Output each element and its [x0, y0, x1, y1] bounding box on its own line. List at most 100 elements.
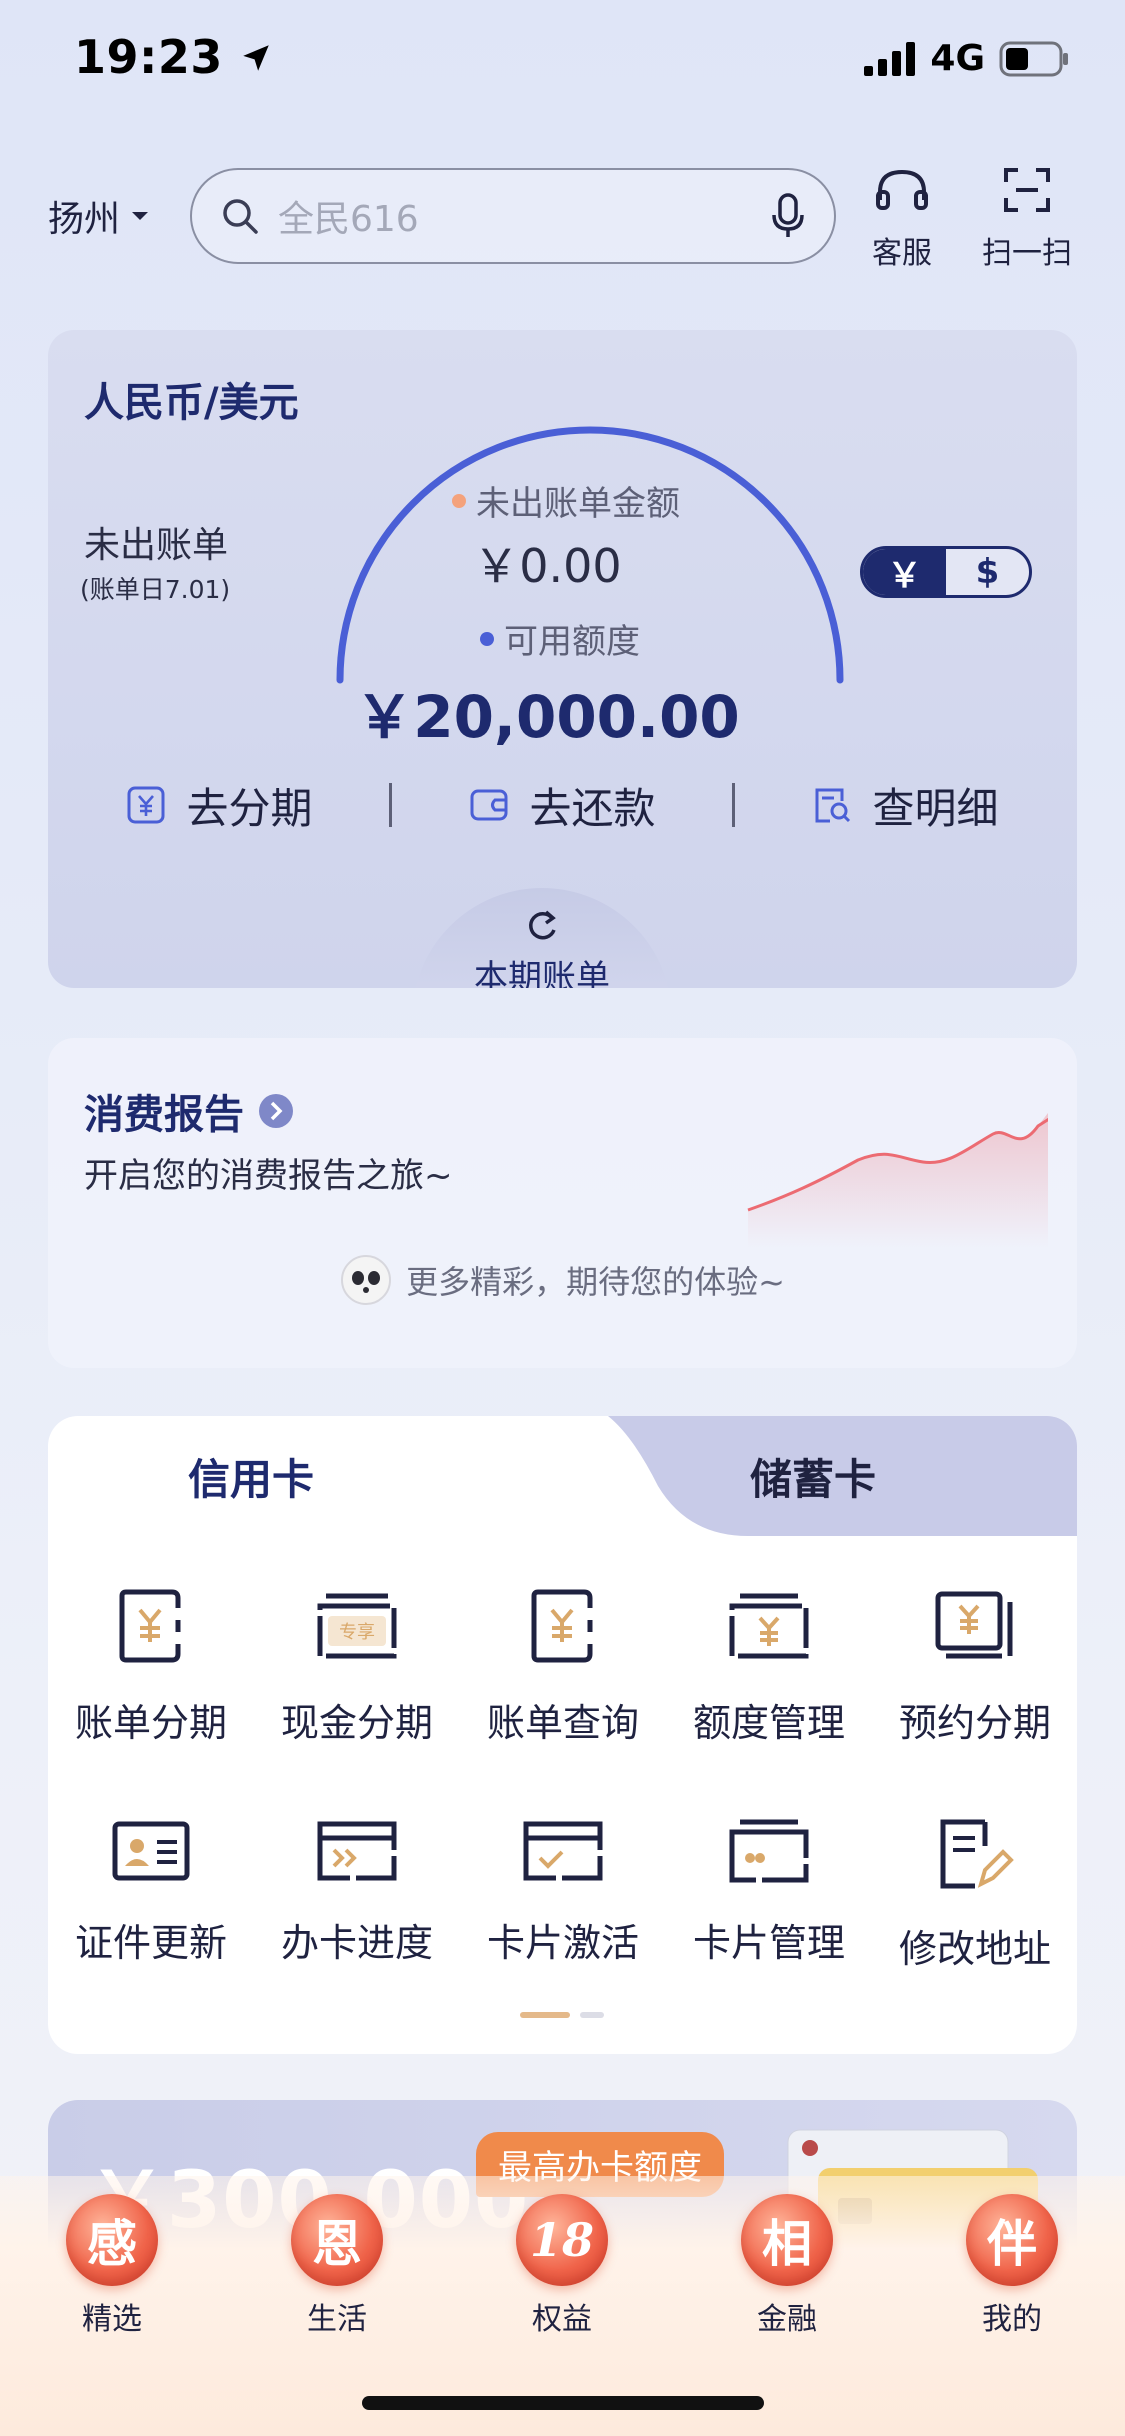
- installment-action[interactable]: 去分期: [126, 775, 313, 836]
- account-actions: 去分期 去还款 查明细: [48, 770, 1077, 840]
- service-label: 卡片激活: [486, 1921, 639, 1965]
- service-scheduled-installment[interactable]: 预约分期: [872, 1586, 1077, 1747]
- details-action[interactable]: 查明细: [812, 775, 998, 836]
- city-name: 扬州: [48, 199, 121, 240]
- scheduled-installment-icon: [935, 1591, 1013, 1659]
- mascot-icon: [341, 1255, 392, 1305]
- service-bill-installment[interactable]: 账单分期: [48, 1586, 254, 1747]
- nav-mine[interactable]: 伴 我的: [932, 2194, 1092, 2338]
- service-edit-address[interactable]: 修改地址: [872, 1816, 1077, 1973]
- nav-featured-badge: 感: [66, 2194, 158, 2286]
- search-icon: [223, 199, 258, 234]
- nav-featured[interactable]: 感 精选: [32, 2194, 192, 2338]
- report-title: 消费报告: [84, 1092, 244, 1138]
- nav-label: 我的: [982, 2302, 1042, 2337]
- details-label: 查明细: [872, 783, 999, 833]
- customer-service-label: 客服: [872, 236, 932, 271]
- bill-installment-icon: [119, 1589, 181, 1663]
- refresh-icon: [529, 910, 556, 940]
- currency-title: 人民币/美元: [84, 380, 299, 426]
- battery-icon: [999, 41, 1068, 76]
- cash-installment-tag: 专享: [339, 1622, 375, 1643]
- card-activate-icon: [523, 1821, 603, 1881]
- city-selector[interactable]: 扬州: [48, 190, 150, 242]
- card-manage-icon: [729, 1819, 809, 1883]
- nav-label: 精选: [82, 2302, 142, 2337]
- service-label: 证件更新: [74, 1921, 227, 1965]
- service-bill-query[interactable]: 账单查询: [460, 1586, 666, 1747]
- service-label: 预约分期: [898, 1701, 1051, 1745]
- search-bar[interactable]: 全民616: [190, 168, 836, 264]
- nav-finance[interactable]: 相 金融: [707, 2194, 867, 2338]
- tab-credit-card[interactable]: 信用卡: [188, 1446, 314, 1507]
- repay-action[interactable]: 去还款: [469, 775, 655, 836]
- report-trend-chart: [747, 1113, 1048, 1248]
- report-subtitle: 开启您的消费报告之旅~: [84, 1156, 453, 1196]
- service-cash-installment[interactable]: 专享 现金分期: [254, 1586, 460, 1747]
- nav-benefits[interactable]: 18 权益: [482, 2194, 642, 2338]
- service-label: 账单查询: [486, 1701, 639, 1745]
- nav-benefits-badge: 18: [516, 2194, 608, 2286]
- service-card-management[interactable]: 卡片管理: [666, 1816, 872, 1967]
- services-card: 信用卡 储蓄卡 账单分期 专享 现金分期 账单查询 额度管理 预约分期 证件更新…: [48, 1416, 1077, 2054]
- scan-icon: [1004, 168, 1050, 212]
- service-label: 额度管理: [692, 1701, 845, 1745]
- service-label: 现金分期: [280, 1701, 433, 1745]
- customer-service-button[interactable]: 客服: [872, 166, 932, 272]
- location-arrow-icon: [243, 45, 270, 71]
- service-card-activation[interactable]: 卡片激活: [460, 1816, 666, 1967]
- available-dot: [480, 631, 494, 646]
- search-doc-icon: [815, 788, 851, 823]
- status-indicators: 4G: [864, 38, 1069, 79]
- scan-button[interactable]: 扫一扫: [982, 166, 1072, 272]
- headset-icon: [876, 169, 928, 210]
- service-label: 办卡进度: [280, 1921, 433, 1965]
- bill-query-icon: [531, 1589, 593, 1663]
- action-divider: [389, 783, 393, 827]
- unbilled-amount-value: ￥0.00: [473, 539, 622, 593]
- nav-finance-badge: 相: [741, 2194, 833, 2286]
- available-label: 可用额度: [480, 614, 640, 663]
- status-time: 19:23: [74, 30, 273, 84]
- service-limit-management[interactable]: 额度管理: [666, 1586, 872, 1747]
- page-indicator-inactive: [580, 2012, 604, 2018]
- spending-report-card[interactable]: 消费报告 开启您的消费报告之旅~ 更多精彩，期待您的体验~: [48, 1038, 1077, 1368]
- service-id-update[interactable]: 证件更新: [48, 1816, 254, 1967]
- installment-label: 去分期: [186, 783, 313, 833]
- page-indicator-active: [520, 2012, 570, 2018]
- caret-down-icon: [132, 212, 149, 220]
- account-card: 人民币/美元 未出账单 (账单日7.01) 未出账单金额 ￥0.00 可用额度 …: [48, 330, 1077, 988]
- chevron-right-circle-icon: [259, 1094, 293, 1128]
- unbilled-amount-label-text: 未出账单金额: [476, 484, 680, 524]
- service-label: 修改地址: [898, 1927, 1051, 1971]
- rmb-toggle[interactable]: ￥: [863, 549, 946, 595]
- unbilled-dot: [452, 493, 466, 508]
- service-card-progress[interactable]: 办卡进度: [254, 1816, 460, 1967]
- action-divider: [732, 783, 736, 827]
- search-placeholder: 全民616: [278, 199, 419, 240]
- scan-label: 扫一扫: [982, 236, 1072, 271]
- microphone-icon[interactable]: [770, 193, 806, 239]
- signal-icon: [864, 41, 916, 76]
- card-progress-icon: [317, 1821, 397, 1881]
- edit-address-icon: [940, 1819, 1014, 1889]
- report-more-row: 更多精彩，期待您的体验~: [48, 1254, 1077, 1306]
- nav-label: 生活: [307, 2302, 367, 2337]
- home-indicator[interactable]: [362, 2396, 764, 2410]
- usd-toggle[interactable]: $: [946, 549, 1029, 595]
- current-bill-label: 本期账单: [474, 958, 610, 988]
- limit-manage-icon: [729, 1593, 809, 1659]
- current-bill-tab[interactable]: 本期账单: [412, 888, 672, 988]
- yuan-square-icon: [127, 786, 165, 824]
- service-label: 账单分期: [74, 1701, 227, 1745]
- tab-debit-card[interactable]: 储蓄卡: [750, 1446, 876, 1507]
- available-amount-value: ￥20,000.00: [355, 683, 740, 751]
- network-type: 4G: [930, 38, 985, 79]
- service-label: 卡片管理: [692, 1921, 845, 1965]
- nav-mine-badge: 伴: [966, 2194, 1058, 2286]
- nav-life[interactable]: 恩 生活: [257, 2194, 417, 2338]
- currency-toggle[interactable]: ￥ $: [860, 546, 1032, 598]
- report-title-row[interactable]: 消费报告: [84, 1082, 294, 1140]
- report-more-text: 更多精彩，期待您的体验~: [406, 1263, 785, 1301]
- nav-life-badge: 恩: [291, 2194, 383, 2286]
